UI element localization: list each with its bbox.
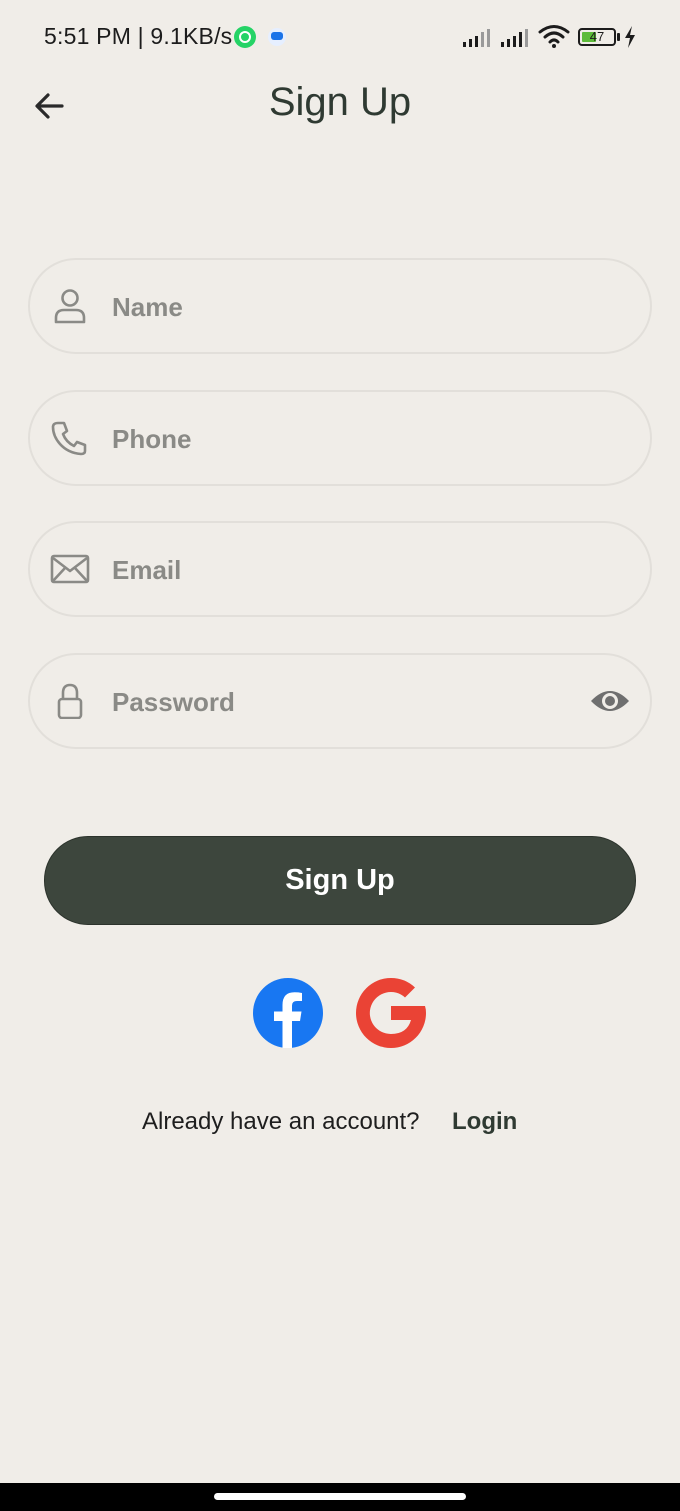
whatsapp-notification-icon: [234, 26, 256, 48]
wifi-icon: [538, 25, 570, 48]
lock-icon: [57, 683, 83, 719]
battery-icon: 47: [578, 28, 616, 46]
email-field[interactable]: [28, 521, 652, 617]
phone-icon: [51, 421, 87, 456]
password-input[interactable]: [110, 675, 554, 729]
status-bar: 5:51 PM | 9.1KB/s 47: [0, 0, 680, 74]
signal-icon: [463, 29, 490, 47]
already-account-text: Already have an account?: [142, 1108, 420, 1135]
name-input[interactable]: [110, 280, 554, 334]
phone-input[interactable]: [110, 412, 554, 466]
name-field[interactable]: [28, 258, 652, 354]
google-icon[interactable]: [356, 978, 426, 1048]
charging-bolt-icon: [625, 26, 635, 48]
eye-icon[interactable]: [590, 685, 630, 717]
status-time-speed: 5:51 PM | 9.1KB/s: [44, 23, 233, 49]
facebook-icon[interactable]: [253, 978, 323, 1048]
sign-up-button[interactable]: Sign Up: [44, 836, 636, 925]
home-indicator[interactable]: [214, 1493, 466, 1500]
signal-icon-2: [501, 29, 528, 47]
login-link[interactable]: Login: [452, 1108, 517, 1136]
battery-cap: [617, 33, 620, 41]
email-input[interactable]: [110, 543, 554, 597]
battery-level: 47: [589, 29, 605, 44]
page-title: Sign Up: [268, 80, 412, 124]
mail-icon: [50, 554, 90, 584]
password-field[interactable]: [28, 653, 652, 749]
phone-field[interactable]: [28, 390, 652, 486]
system-nav-bar: [0, 1483, 680, 1511]
person-icon: [54, 289, 86, 324]
messages-notification-icon: [268, 28, 286, 46]
